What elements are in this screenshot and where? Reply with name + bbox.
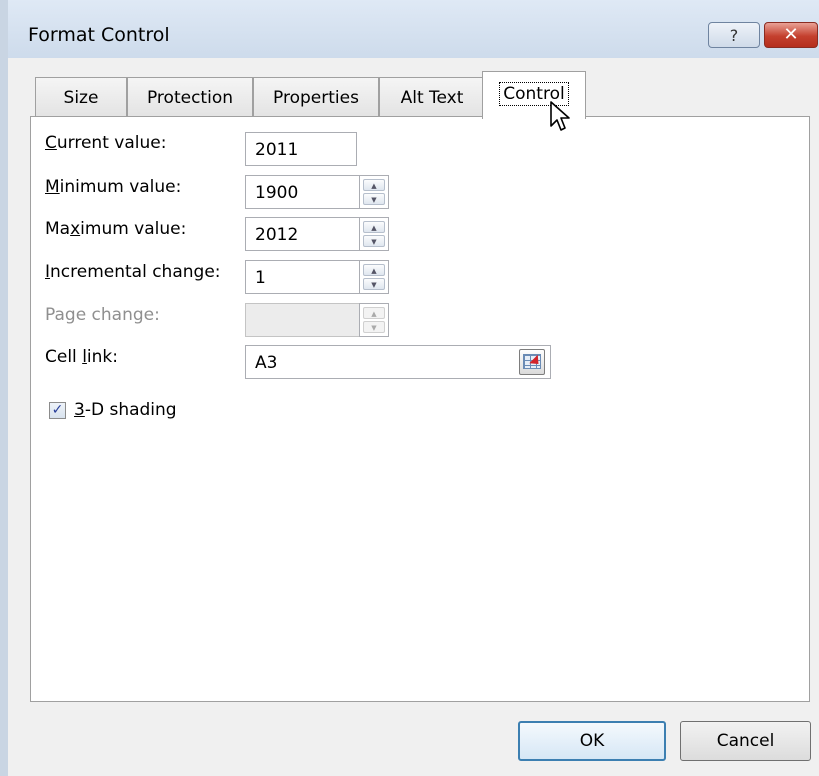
tab-size[interactable]: Size bbox=[35, 77, 127, 117]
incremental-change-spinner[interactable]: ▲ ▼ bbox=[359, 260, 389, 294]
collapse-dialog-button[interactable] bbox=[519, 349, 545, 375]
arrow-pointer-icon bbox=[550, 101, 570, 131]
help-icon: ? bbox=[729, 26, 739, 45]
spin-up-arrow-icon[interactable]: ▲ bbox=[363, 221, 385, 233]
incremental-change-input[interactable]: 1 bbox=[245, 260, 360, 294]
3d-shading-checkbox[interactable]: ✓ bbox=[49, 402, 66, 419]
3d-shading-label[interactable]: 3-D shading bbox=[74, 400, 177, 420]
minimum-value-spinner[interactable]: ▲ ▼ bbox=[359, 175, 389, 209]
maximum-value-text: 2012 bbox=[255, 225, 299, 245]
cell-link-input[interactable]: A3 bbox=[245, 345, 551, 379]
spin-up-arrow-icon[interactable]: ▲ bbox=[363, 179, 385, 191]
incremental-change-text: 1 bbox=[255, 268, 266, 288]
dialog-body: Size Protection Properties Alt Text Cont… bbox=[8, 58, 819, 776]
format-control-dialog-window: Format Control ? ✕ Size Protection Prope… bbox=[0, 0, 819, 776]
checkmark-icon: ✓ bbox=[51, 402, 64, 418]
close-button[interactable]: ✕ bbox=[764, 22, 818, 48]
ok-button-label: OK bbox=[579, 731, 605, 751]
page-change-label: Page change: bbox=[45, 305, 160, 325]
tab-alt-text[interactable]: Alt Text bbox=[379, 77, 485, 117]
current-value-text: 2011 bbox=[255, 140, 299, 160]
cancel-button[interactable]: Cancel bbox=[680, 721, 811, 761]
maximum-value-input[interactable]: 2012 bbox=[245, 217, 360, 251]
tab-label: Alt Text bbox=[400, 88, 464, 108]
page-change-input bbox=[245, 303, 360, 337]
spin-down-arrow-icon[interactable]: ▼ bbox=[363, 193, 385, 205]
maximum-value-spinner[interactable]: ▲ ▼ bbox=[359, 217, 389, 251]
help-button[interactable]: ? bbox=[708, 22, 760, 48]
cell-link-text: A3 bbox=[255, 353, 278, 373]
tab-label: Protection bbox=[146, 88, 233, 108]
spin-up-arrow-icon[interactable]: ▲ bbox=[363, 264, 385, 276]
spin-down-arrow-icon: ▼ bbox=[363, 321, 385, 333]
minimum-value-label: Minimum value: bbox=[45, 177, 182, 197]
cancel-button-label: Cancel bbox=[716, 731, 775, 751]
tab-label: Size bbox=[63, 88, 99, 108]
spin-down-arrow-icon[interactable]: ▼ bbox=[363, 278, 385, 290]
page-change-spinner: ▲ ▼ bbox=[359, 303, 389, 337]
incremental-change-label: Incremental change: bbox=[45, 262, 221, 282]
maximum-value-label: Maximum value: bbox=[45, 219, 187, 239]
window-title: Format Control bbox=[28, 24, 170, 46]
spin-down-arrow-icon[interactable]: ▼ bbox=[363, 235, 385, 247]
tab-protection[interactable]: Protection bbox=[127, 77, 253, 117]
control-tab-panel: Current value: 2011 Minimum value: 1900 … bbox=[30, 116, 810, 702]
ok-button[interactable]: OK bbox=[518, 721, 666, 761]
tab-properties[interactable]: Properties bbox=[253, 77, 379, 117]
current-value-input[interactable]: 2011 bbox=[245, 132, 357, 166]
spin-up-arrow-icon: ▲ bbox=[363, 307, 385, 319]
minimum-value-text: 1900 bbox=[255, 183, 299, 203]
tab-label: Properties bbox=[273, 88, 359, 108]
minimum-value-input[interactable]: 1900 bbox=[245, 175, 360, 209]
cell-link-label: Cell link: bbox=[45, 347, 118, 367]
close-icon: ✕ bbox=[783, 24, 799, 45]
current-value-label: Current value: bbox=[45, 133, 167, 153]
